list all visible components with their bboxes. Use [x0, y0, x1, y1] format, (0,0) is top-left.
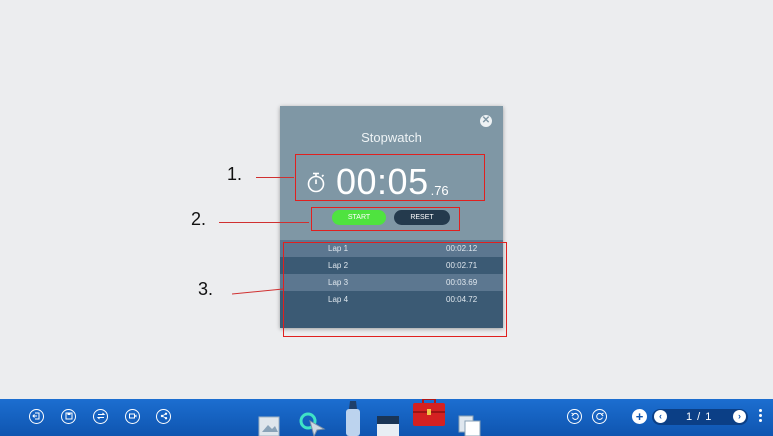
share-icon[interactable] — [156, 409, 171, 424]
annotation-box-laps — [283, 242, 507, 337]
record-icon[interactable] — [125, 409, 140, 424]
marker-tool-icon[interactable] — [342, 399, 364, 436]
undo-icon[interactable] — [567, 409, 582, 424]
eraser-tool-icon[interactable] — [376, 416, 400, 436]
annotation-leader-3 — [232, 288, 284, 295]
annotation-label-1: 1. — [227, 164, 243, 184]
close-icon[interactable]: ✕ — [480, 115, 492, 127]
toolbox-icon[interactable] — [412, 399, 446, 427]
page-navigator: ‹ 1 / 1 › — [652, 409, 748, 425]
copy-tool-icon[interactable] — [456, 414, 482, 436]
annotation-leader-1 — [256, 177, 294, 178]
annotation-leader-2 — [219, 222, 309, 223]
bottom-toolbar: + ‹ 1 / 1 › — [0, 399, 773, 436]
switch-icon[interactable] — [93, 409, 108, 424]
annotation-box-timer — [295, 154, 485, 201]
prev-page-button[interactable]: ‹ — [654, 410, 667, 423]
image-tool-icon[interactable] — [258, 415, 282, 436]
annotation-box-buttons — [311, 207, 460, 231]
exit-icon[interactable] — [29, 409, 44, 424]
annotation-label-3: 3. — [198, 279, 214, 299]
redo-icon[interactable] — [592, 409, 607, 424]
add-page-icon[interactable]: + — [632, 409, 647, 424]
more-options-icon[interactable] — [759, 409, 763, 425]
annotation-label-2: 2. — [191, 209, 207, 229]
save-icon[interactable] — [61, 409, 76, 424]
select-tool-icon[interactable] — [298, 411, 326, 436]
stopwatch-title: Stopwatch — [361, 130, 422, 145]
next-page-button[interactable]: › — [733, 410, 746, 423]
page-indicator: 1 / 1 — [686, 411, 713, 423]
